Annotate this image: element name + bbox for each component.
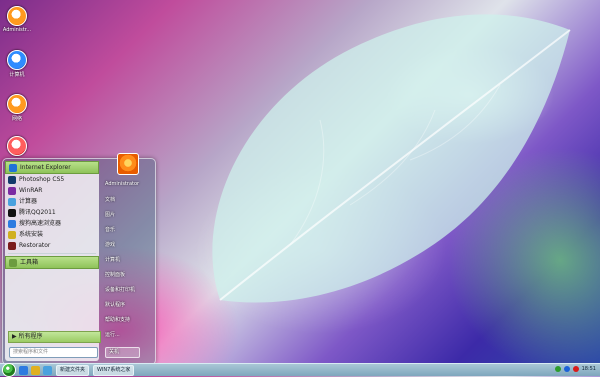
- winrar-icon: [8, 186, 16, 195]
- right-item-run[interactable]: 运行...: [105, 331, 120, 338]
- right-item-computer[interactable]: 计算机: [105, 256, 120, 263]
- menu-divider: [8, 253, 96, 254]
- search-input[interactable]: 搜索程序和文件: [9, 347, 98, 358]
- network-icon: [7, 94, 27, 114]
- program-item-restorator[interactable]: Restorator: [5, 240, 99, 251]
- user-folder-icon: [7, 6, 27, 26]
- start-menu-right-pane: Administrator 文档 图片 音乐 游戏 计算机 控制面板 设备和打印…: [101, 153, 153, 361]
- program-item-sogou-browser[interactable]: 搜狗高速浏览器: [5, 218, 99, 229]
- right-item-default-programs[interactable]: 默认程序: [105, 301, 125, 308]
- qq-icon: [8, 208, 16, 217]
- wallpaper-leaf: [212, 14, 571, 303]
- security-tray-icon[interactable]: [572, 366, 579, 372]
- taskbar-item-new-folder[interactable]: 新建文件夹: [56, 364, 90, 376]
- program-item-photoshop[interactable]: Photoshop CS5: [5, 174, 99, 185]
- desktop-icon-network[interactable]: 网络: [2, 94, 32, 122]
- program-item-system-install[interactable]: 系统安装: [5, 229, 99, 240]
- program-item-calculator[interactable]: 计算器: [5, 196, 99, 207]
- toolbox-icon: [9, 258, 17, 267]
- desktop-icon-recycle[interactable]: [2, 136, 32, 157]
- taskbar: 新建文件夹 WIN7系统之家 18:51: [0, 363, 600, 377]
- network-tray-icon[interactable]: [554, 366, 561, 372]
- right-item-help-support[interactable]: 帮助和支持: [105, 316, 130, 323]
- all-programs-button[interactable]: ▶ 所有程序: [8, 331, 101, 343]
- right-item-music[interactable]: 音乐: [105, 226, 115, 233]
- program-item-winrar[interactable]: WinRAR: [5, 185, 99, 196]
- computer-icon: [7, 50, 27, 70]
- browser-quicklaunch-icon[interactable]: [19, 365, 28, 375]
- restorator-icon: [8, 241, 16, 250]
- program-item-toolbox[interactable]: 工具箱: [5, 256, 99, 269]
- installer-icon: [8, 230, 16, 239]
- media-quicklaunch-icon[interactable]: [43, 365, 52, 375]
- desktop-icon-computer[interactable]: 计算机: [2, 50, 32, 78]
- program-item-qq[interactable]: 腾讯QQ2011: [5, 207, 99, 218]
- taskbar-item-win7-home[interactable]: WIN7系统之家: [93, 364, 135, 376]
- desktop-icon-administrator[interactable]: Administr...: [2, 6, 32, 33]
- recycle-bin-icon: [7, 136, 27, 156]
- right-item-documents[interactable]: 文档: [105, 196, 115, 203]
- folder-quicklaunch-icon[interactable]: [31, 365, 40, 375]
- photoshop-icon: [8, 175, 16, 184]
- shutdown-button[interactable]: 关机: [105, 347, 140, 358]
- volume-tray-icon[interactable]: [563, 366, 570, 372]
- browser-icon: [8, 219, 16, 228]
- right-item-user[interactable]: Administrator: [105, 181, 139, 187]
- program-list: Internet Explorer Photoshop CS5 WinRAR 计…: [5, 161, 101, 361]
- system-tray: 18:51: [554, 366, 596, 372]
- right-item-games[interactable]: 游戏: [105, 241, 115, 248]
- clock[interactable]: 18:51: [582, 366, 596, 372]
- internet-explorer-icon: [9, 163, 17, 172]
- avatar[interactable]: [117, 153, 139, 175]
- right-item-pictures[interactable]: 图片: [105, 211, 115, 218]
- start-menu: Internet Explorer Photoshop CS5 WinRAR 计…: [2, 153, 156, 365]
- program-item-internet-explorer[interactable]: Internet Explorer: [5, 161, 99, 174]
- calculator-icon: [8, 197, 16, 206]
- right-item-devices-printers[interactable]: 设备和打印机: [105, 286, 135, 293]
- right-item-control-panel[interactable]: 控制面板: [105, 271, 125, 278]
